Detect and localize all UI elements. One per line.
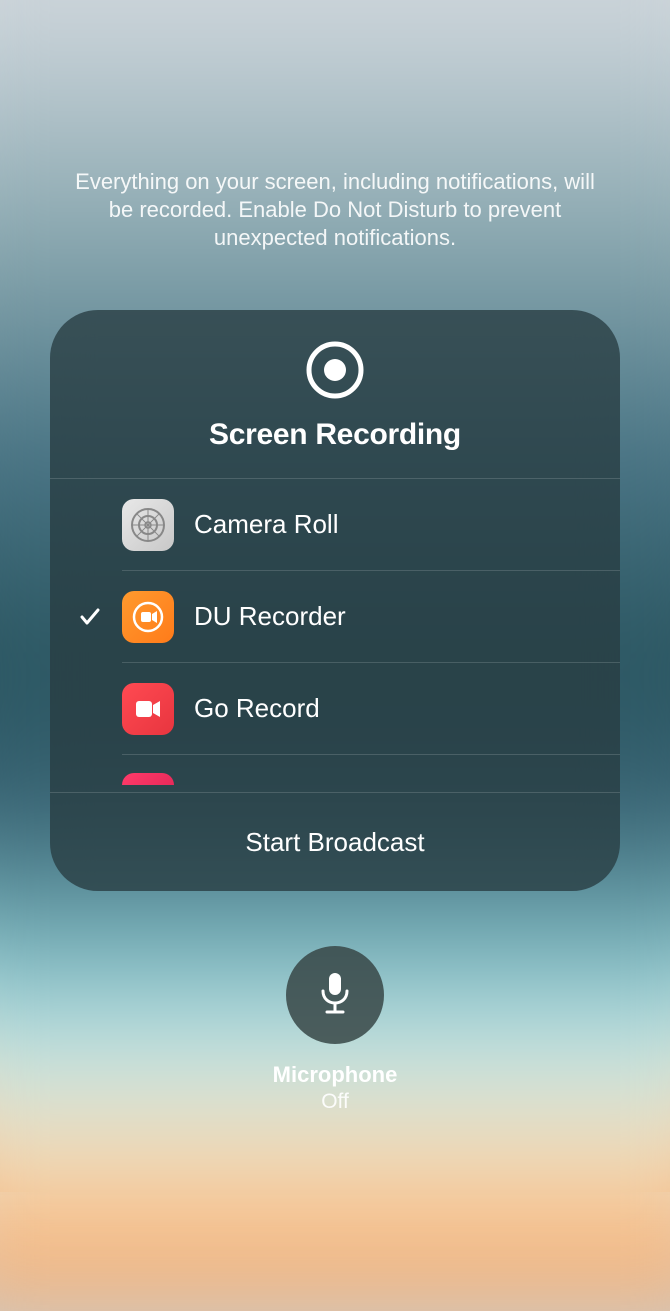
panel-title: Screen Recording bbox=[209, 418, 461, 452]
record-icon bbox=[305, 340, 365, 400]
panel-header: Screen Recording bbox=[50, 310, 620, 479]
checkmark-icon bbox=[78, 605, 102, 629]
list-item-label: DU Recorder bbox=[194, 601, 346, 632]
list-item-du-recorder[interactable]: DU Recorder bbox=[122, 571, 620, 663]
info-text: Everything on your screen, including not… bbox=[65, 168, 605, 252]
screen-recording-panel: Screen Recording Camera Roll bbox=[50, 310, 620, 891]
start-broadcast-button[interactable]: Start Broadcast bbox=[50, 792, 620, 891]
start-broadcast-label: Start Broadcast bbox=[245, 827, 424, 858]
app-icon-partial bbox=[122, 773, 174, 785]
camera-roll-icon bbox=[122, 499, 174, 551]
microphone-icon bbox=[315, 969, 355, 1022]
app-list[interactable]: Camera Roll DU Recorder bbox=[50, 479, 620, 792]
go-record-icon bbox=[122, 683, 174, 735]
list-item-go-record[interactable]: Go Record bbox=[122, 663, 620, 755]
microphone-status: Off bbox=[321, 1090, 349, 1114]
list-item-camera-roll[interactable]: Camera Roll bbox=[122, 479, 620, 571]
microphone-label: Microphone bbox=[273, 1062, 398, 1088]
list-item-label: Go Record bbox=[194, 693, 320, 724]
microphone-button[interactable] bbox=[286, 946, 384, 1044]
list-item-partial[interactable] bbox=[122, 755, 620, 785]
list-item-label: Camera Roll bbox=[194, 509, 339, 540]
du-recorder-icon bbox=[122, 591, 174, 643]
